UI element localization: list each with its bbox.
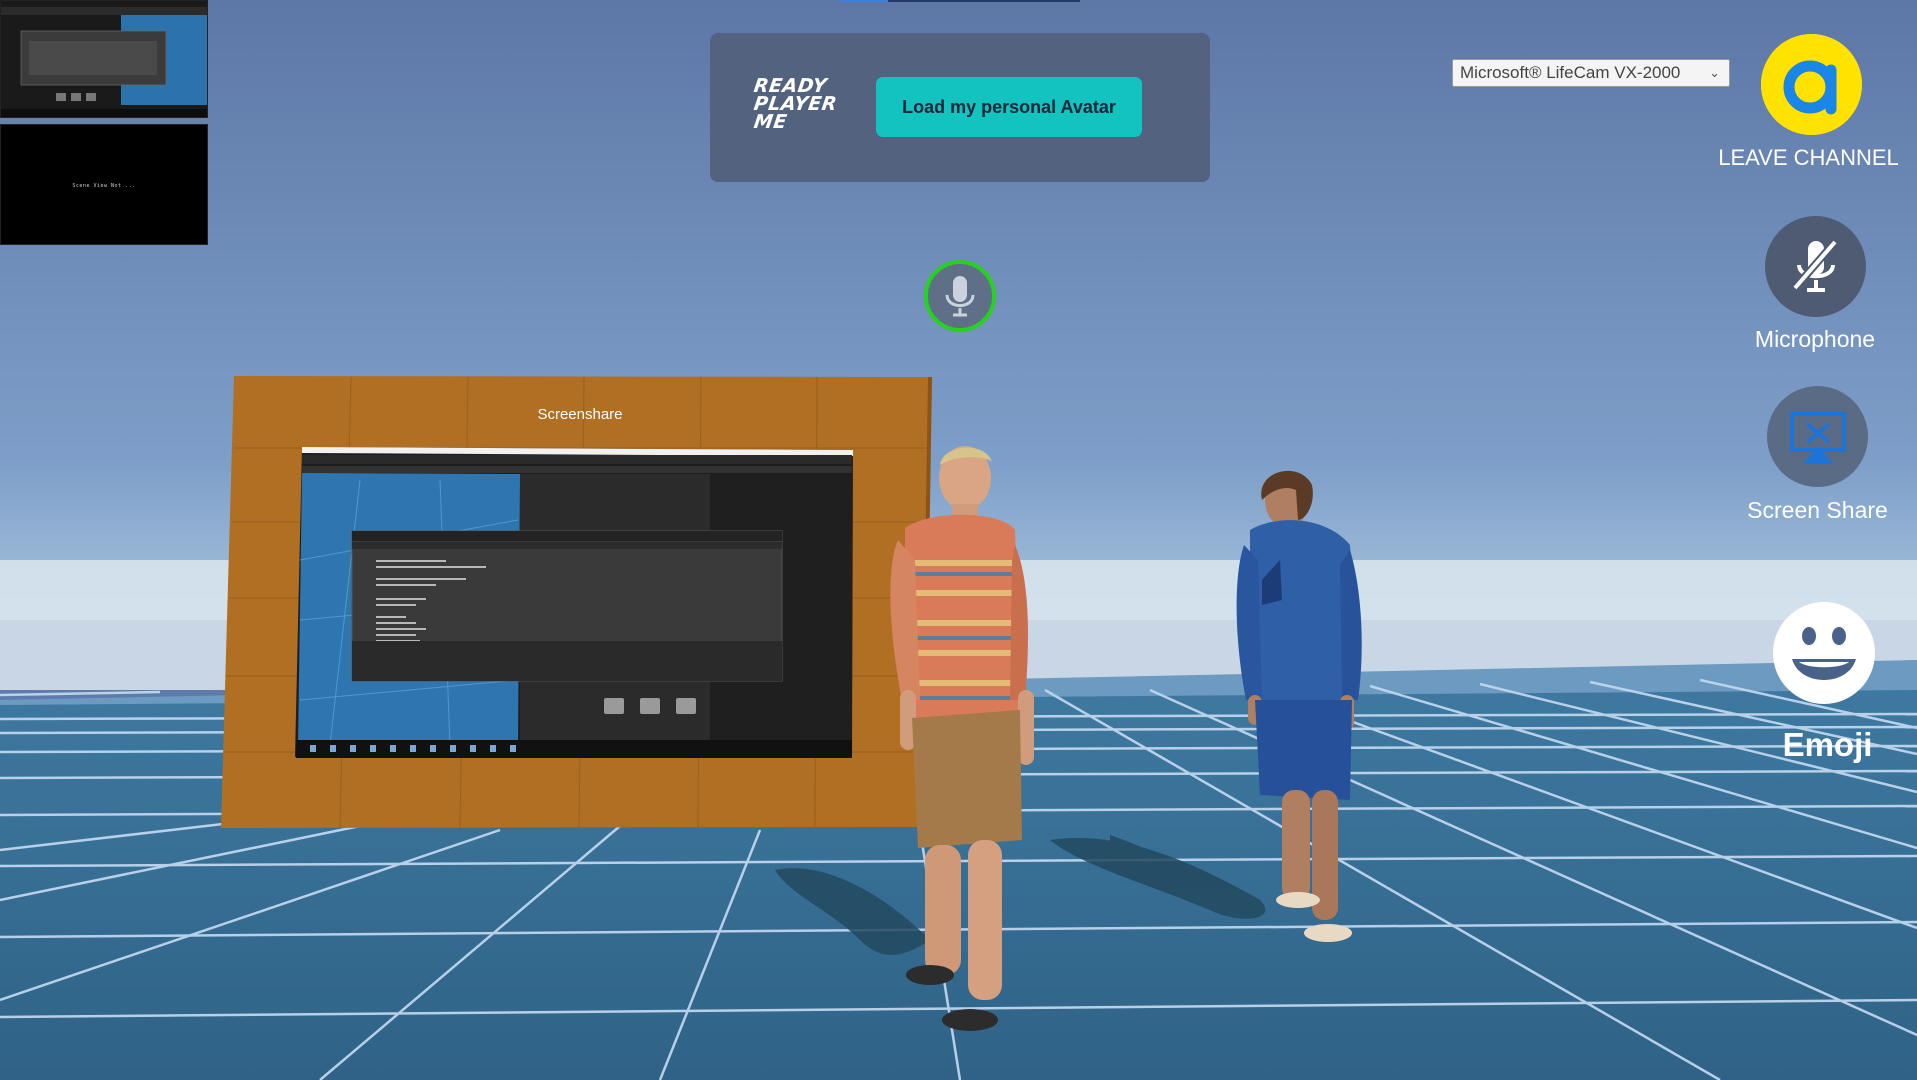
screen-thumbnail-preview (1, 1, 207, 117)
mic-icon (945, 276, 975, 317)
webcam-select[interactable]: Microsoft® LifeCam VX-2000 ⌄ (1452, 59, 1730, 87)
load-avatar-button[interactable]: Load my personal Avatar (876, 77, 1142, 137)
smile-icon (1773, 602, 1875, 704)
ready-player-me-logo: READY PLAYER ME (752, 75, 839, 133)
leave-channel-label: LEAVE CHANNEL (1718, 145, 1899, 170)
leave-channel-button[interactable] (1761, 34, 1862, 135)
chevron-down-icon: ⌄ (1709, 65, 1720, 80)
screen-share-icon (1790, 412, 1846, 464)
agora-logo-icon (1761, 34, 1862, 135)
webcam-select-value: Microsoft® LifeCam VX-2000 (1460, 63, 1681, 82)
microphone-label: Microphone (1754, 326, 1876, 352)
top-progress-strip (840, 0, 1080, 2)
speaking-indicator (924, 260, 996, 332)
hud-overlay: Scene View Not ... READY PLAYER ME Load … (0, 0, 1917, 1080)
ready-player-me-panel: READY PLAYER ME Load my personal Avatar (710, 33, 1210, 182)
emoji-label: Emoji (1782, 726, 1873, 763)
screenshare-board-label: Screenshare (537, 406, 623, 423)
thumbnail-caption: Scene View Not ... (72, 183, 136, 189)
mic-muted-icon (1791, 239, 1839, 292)
video-thumbnail-remote[interactable]: Scene View Not ... (0, 124, 208, 245)
screen-share-label: Screen Share (1747, 497, 1888, 523)
screen-share-button[interactable] (1767, 386, 1868, 487)
microphone-button[interactable] (1765, 216, 1866, 317)
emoji-button[interactable] (1772, 601, 1876, 705)
video-thumbnail-screen[interactable] (0, 0, 208, 118)
